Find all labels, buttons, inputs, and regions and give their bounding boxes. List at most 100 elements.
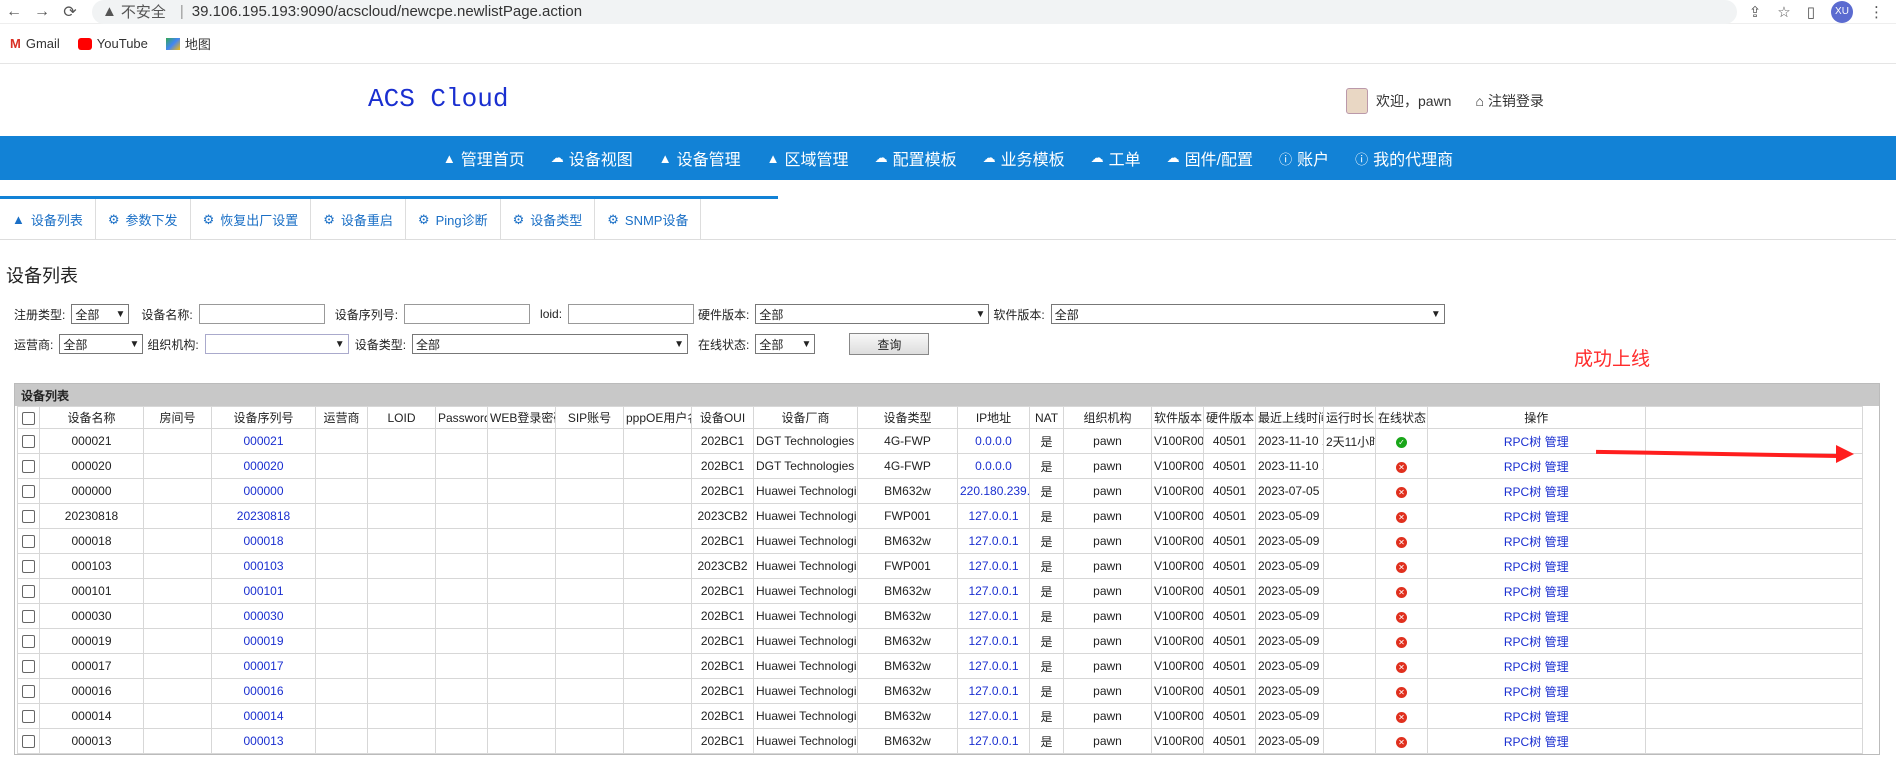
row-checkbox-cell[interactable] [17, 453, 40, 479]
rpc-tree-link[interactable]: RPC树 [1504, 635, 1541, 649]
nav-device-manage[interactable]: ▲ 设备管理 [646, 136, 754, 180]
manage-link[interactable]: 管理 [1545, 635, 1569, 649]
cell-serial[interactable]: 000019 [211, 628, 316, 654]
nav-firmware[interactable]: ☁ 固件/配置 [1154, 136, 1266, 180]
rpc-tree-link[interactable]: RPC树 [1504, 685, 1541, 699]
row-checkbox-cell[interactable] [17, 603, 40, 629]
cell-serial[interactable]: 000000 [211, 478, 316, 504]
row-checkbox[interactable] [22, 635, 35, 649]
back-icon[interactable]: ← [0, 3, 28, 21]
row-checkbox[interactable] [22, 660, 35, 674]
rpc-tree-link[interactable]: RPC树 [1504, 535, 1541, 549]
manage-link[interactable]: 管理 [1545, 710, 1569, 724]
nav-work-order[interactable]: ☁ 工单 [1078, 136, 1154, 180]
cell-serial[interactable]: 000013 [211, 728, 316, 754]
cell-serial[interactable]: 000021 [211, 428, 316, 454]
bookmark-youtube[interactable]: YouTube [77, 36, 148, 51]
query-button[interactable]: 查询 [849, 333, 930, 355]
device-name-input[interactable] [198, 304, 325, 324]
nav-account[interactable]: ⓘ 账户 [1266, 136, 1342, 180]
bookmark-gmail[interactable]: M Gmail [10, 36, 60, 51]
row-checkbox-cell[interactable] [17, 678, 40, 704]
loid-input[interactable] [568, 304, 695, 324]
cell-serial[interactable]: 000017 [211, 653, 316, 679]
cell-ip[interactable]: 127.0.0.1 [957, 503, 1030, 529]
cell-ip[interactable]: 127.0.0.1 [957, 728, 1030, 754]
rpc-tree-link[interactable]: RPC树 [1504, 660, 1541, 674]
cell-ip[interactable]: 127.0.0.1 [957, 528, 1030, 554]
nav-agent[interactable]: ⓘ 我的代理商 [1342, 136, 1466, 180]
cell-ip[interactable]: 127.0.0.1 [957, 703, 1030, 729]
serial-input[interactable] [404, 304, 531, 324]
reload-icon[interactable]: ⟳ [56, 2, 84, 22]
row-checkbox[interactable] [22, 610, 35, 624]
row-checkbox[interactable] [22, 435, 35, 449]
cell-ip[interactable]: 127.0.0.1 [957, 578, 1030, 604]
tab-param-push[interactable]: ⚙ 参数下发 [96, 199, 191, 240]
row-checkbox-cell[interactable] [17, 553, 40, 579]
rpc-tree-link[interactable]: RPC树 [1504, 485, 1541, 499]
row-checkbox-cell[interactable] [17, 528, 40, 554]
row-checkbox[interactable] [22, 485, 35, 499]
select-all-checkbox[interactable] [22, 411, 35, 425]
row-checkbox-cell[interactable] [17, 428, 40, 454]
share-icon[interactable]: ⇪ [1749, 3, 1762, 21]
forward-icon[interactable]: → [28, 3, 56, 21]
address-bar[interactable]: ▲ 不安全 | 39.106.195.193:9090/acscloud/new… [92, 0, 1737, 24]
row-checkbox-cell[interactable] [17, 578, 40, 604]
rpc-tree-link[interactable]: RPC树 [1504, 560, 1541, 574]
manage-link[interactable]: 管理 [1545, 560, 1569, 574]
cell-ip[interactable]: 127.0.0.1 [957, 678, 1030, 704]
cell-serial[interactable]: 000016 [211, 678, 316, 704]
profile-avatar[interactable]: XU [1831, 0, 1853, 23]
nav-device-view[interactable]: ☁ 设备视图 [538, 136, 646, 180]
cell-serial[interactable]: 000018 [211, 528, 316, 554]
row-checkbox[interactable] [22, 685, 35, 699]
sw-version-select[interactable]: 全部 ▼ [1050, 304, 1445, 324]
manage-link[interactable]: 管理 [1545, 685, 1569, 699]
manage-link[interactable]: 管理 [1545, 435, 1569, 449]
tab-reboot[interactable]: ⚙ 设备重启 [311, 199, 406, 240]
cell-serial[interactable]: 000101 [211, 578, 316, 604]
cell-serial[interactable]: 000030 [211, 603, 316, 629]
online-status-select[interactable]: 全部 ▼ [755, 334, 816, 354]
star-icon[interactable]: ☆ [1777, 3, 1790, 21]
cell-ip[interactable]: 127.0.0.1 [957, 653, 1030, 679]
rpc-tree-link[interactable]: RPC树 [1504, 710, 1541, 724]
row-checkbox-cell[interactable] [17, 478, 40, 504]
cell-ip[interactable]: 0.0.0.0 [957, 428, 1030, 454]
row-checkbox[interactable] [22, 460, 35, 474]
cell-ip[interactable]: 127.0.0.1 [957, 603, 1030, 629]
cell-serial[interactable]: 20230818 [211, 503, 316, 529]
select-all-checkbox-cell[interactable] [17, 406, 40, 429]
row-checkbox[interactable] [22, 585, 35, 599]
manage-link[interactable]: 管理 [1545, 485, 1569, 499]
nav-home[interactable]: ▲ 管理首页 [430, 136, 538, 180]
manage-link[interactable]: 管理 [1545, 660, 1569, 674]
row-checkbox[interactable] [22, 535, 35, 549]
row-checkbox[interactable] [22, 735, 35, 749]
bookmark-maps[interactable]: 地图 [165, 34, 211, 53]
row-checkbox[interactable] [22, 710, 35, 724]
manage-link[interactable]: 管理 [1545, 460, 1569, 474]
operator-select[interactable]: 全部 ▼ [59, 334, 144, 354]
cell-serial[interactable]: 000020 [211, 453, 316, 479]
rpc-tree-link[interactable]: RPC树 [1504, 460, 1541, 474]
row-checkbox-cell[interactable] [17, 653, 40, 679]
cell-ip[interactable]: 127.0.0.1 [957, 553, 1030, 579]
rpc-tree-link[interactable]: RPC树 [1504, 510, 1541, 524]
row-checkbox-cell[interactable] [17, 503, 40, 529]
cell-ip[interactable]: 220.180.239.2 [957, 478, 1030, 504]
manage-link[interactable]: 管理 [1545, 610, 1569, 624]
cell-ip[interactable]: 127.0.0.1 [957, 628, 1030, 654]
rpc-tree-link[interactable]: RPC树 [1504, 435, 1541, 449]
tab-device-list[interactable]: ▲ 设备列表 [0, 199, 96, 240]
tab-factory-reset[interactable]: ⚙ 恢复出厂设置 [191, 199, 312, 240]
tab-ping[interactable]: ⚙ Ping诊断 [406, 199, 501, 240]
manage-link[interactable]: 管理 [1545, 535, 1569, 549]
row-checkbox-cell[interactable] [17, 628, 40, 654]
cell-serial[interactable]: 000014 [211, 703, 316, 729]
row-checkbox-cell[interactable] [17, 703, 40, 729]
menu-icon[interactable]: ⋮ [1869, 3, 1884, 21]
manage-link[interactable]: 管理 [1545, 735, 1569, 749]
